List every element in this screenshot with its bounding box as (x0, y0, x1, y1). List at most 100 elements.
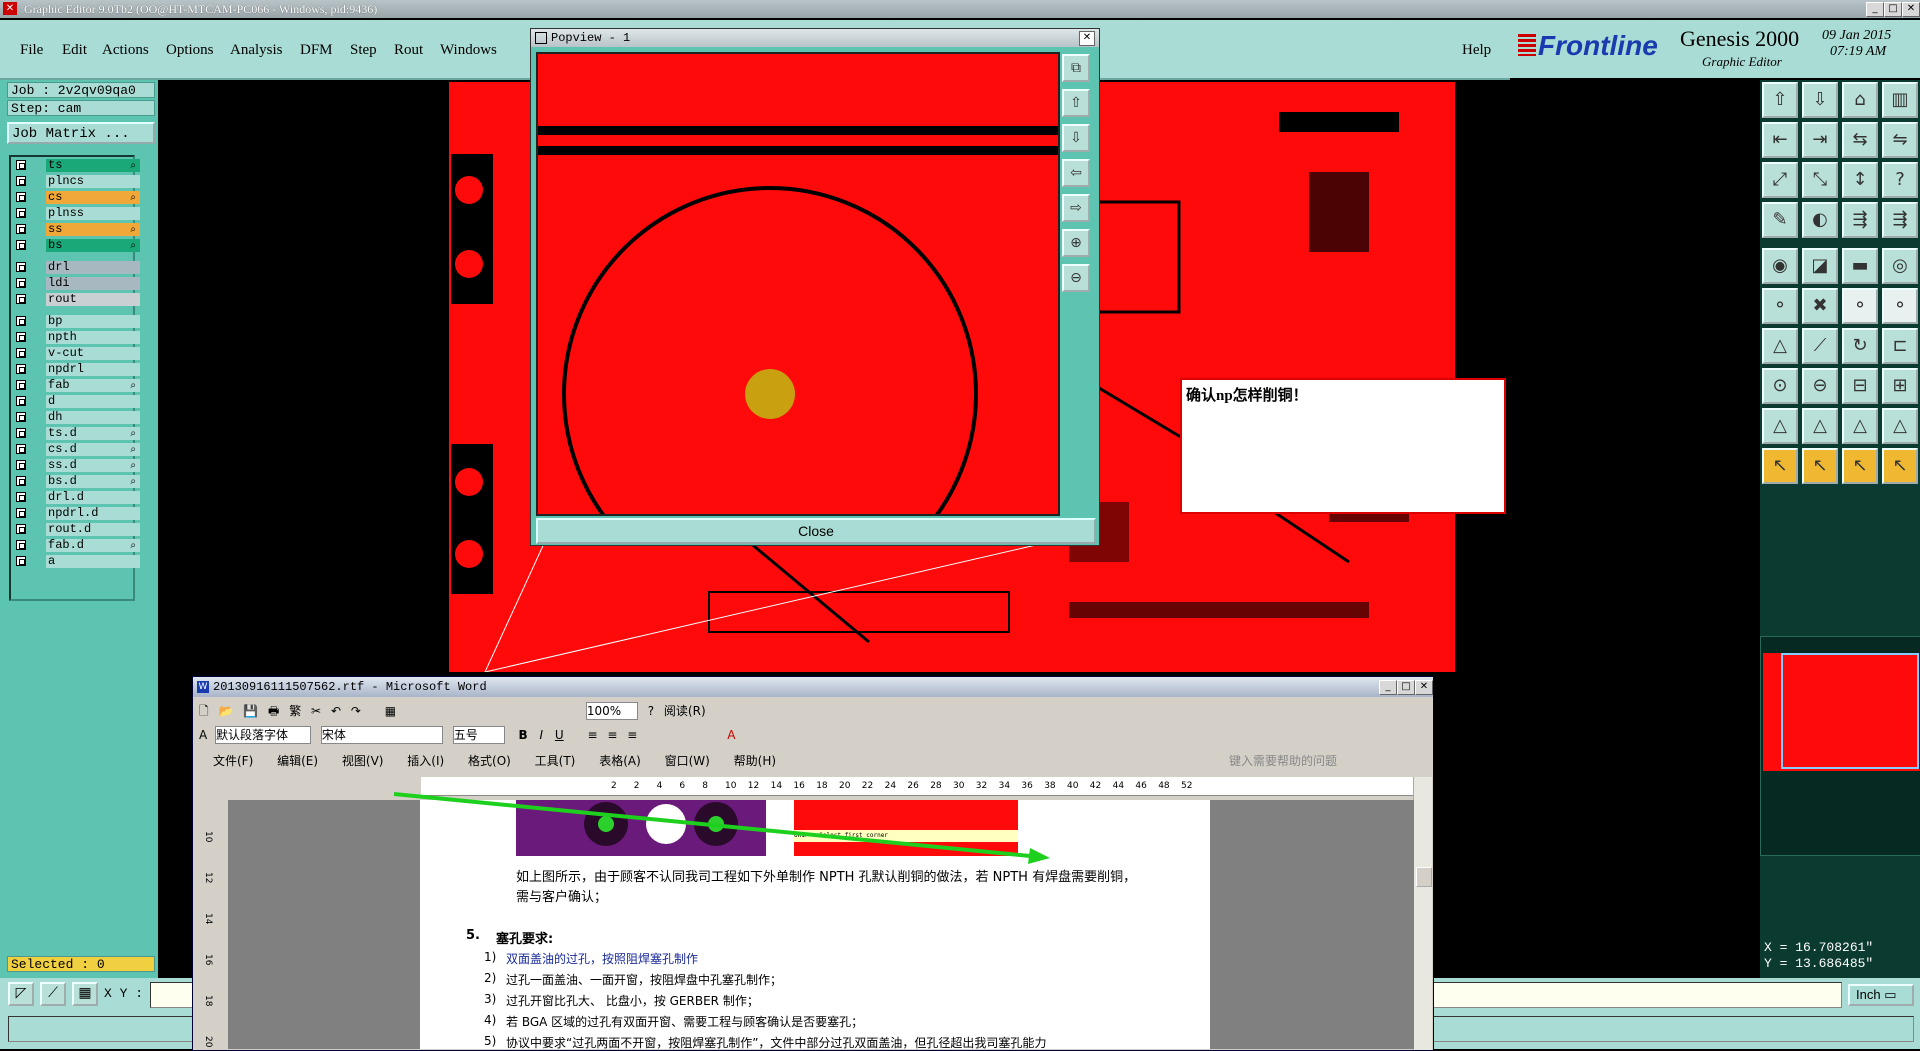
vertical-scrollbar[interactable] (1413, 777, 1432, 1050)
tool-10-icon[interactable]: ⤡ (1802, 162, 1838, 198)
tool-29-icon[interactable]: ⊙ (1762, 368, 1798, 404)
layer-row-ts[interactable]: ts ⌕ (14, 159, 140, 173)
layer-name[interactable]: rout (46, 293, 140, 306)
tool-28-icon[interactable]: ⊏ (1882, 328, 1918, 364)
tool-2-icon[interactable]: ⇩ (1802, 82, 1838, 118)
popview-tool-1-icon[interactable]: ⧉ (1062, 54, 1090, 82)
popview-zoom-in-icon[interactable]: ⊕ (1062, 229, 1090, 257)
overview-map[interactable] (1760, 636, 1920, 856)
layer-checkbox[interactable] (16, 524, 26, 534)
tool-32-icon[interactable]: ⊞ (1882, 368, 1918, 404)
tool-21-icon[interactable]: ⚬ (1762, 288, 1798, 324)
layer-row-bs-d[interactable]: bs.d ⌕ (14, 475, 140, 489)
minimize-button[interactable]: _ (1866, 2, 1884, 17)
layer-row-plnss[interactable]: plnss (14, 207, 140, 221)
menu-options[interactable]: Options (166, 42, 214, 59)
layer-row-v-cut[interactable]: v-cut (14, 347, 140, 361)
read-button[interactable]: 阅读(R) (664, 704, 706, 718)
layer-checkbox[interactable] (16, 176, 26, 186)
menu-windows[interactable]: Windows (440, 42, 497, 59)
layer-name[interactable]: npth (46, 331, 140, 344)
cut-icon[interactable]: ✂ (311, 704, 321, 718)
layer-name[interactable]: a (46, 555, 140, 568)
tool-6-icon[interactable]: ⇥ (1802, 122, 1838, 158)
size-select[interactable]: 五号 (452, 726, 505, 744)
word-menu-window[interactable]: 窗口(W) (665, 754, 710, 768)
layer-checkbox[interactable] (16, 540, 26, 550)
tool-20-icon[interactable]: ◎ (1882, 248, 1918, 284)
overview-viewport[interactable] (1781, 653, 1919, 769)
layer-name[interactable]: ts.d (46, 427, 140, 440)
undo-icon[interactable]: ↶ (331, 704, 341, 718)
layer-checkbox[interactable] (16, 508, 26, 518)
layer-name[interactable]: cs.d (46, 443, 140, 456)
tool-40-icon[interactable]: ↖ (1882, 448, 1918, 484)
bold-button[interactable]: B (519, 728, 528, 742)
tool-30-icon[interactable]: ⊖ (1802, 368, 1838, 404)
tool-25-icon[interactable]: △ (1762, 328, 1798, 364)
tool-17-icon[interactable]: ◉ (1762, 248, 1798, 284)
layer-checkbox[interactable] (16, 192, 26, 202)
layer-row-cs-d[interactable]: cs.d ⌕ (14, 443, 140, 457)
layer-row-drl[interactable]: drl (14, 261, 140, 275)
word-menu-edit[interactable]: 编辑(E) (277, 754, 318, 768)
layer-checkbox[interactable] (16, 224, 26, 234)
view-tool-2-icon[interactable]: ⟋ (40, 982, 66, 1006)
new-doc-icon[interactable]: 🗋 (199, 704, 209, 718)
menu-analysis[interactable]: Analysis (230, 42, 283, 59)
popview-tool-3-icon[interactable]: ⇩ (1062, 124, 1090, 152)
tool-13-icon[interactable]: ✎ (1762, 202, 1798, 238)
layer-checkbox[interactable] (16, 476, 26, 486)
popview-canvas[interactable] (536, 52, 1060, 516)
underline-button[interactable]: U (555, 728, 564, 742)
word-menu-tools[interactable]: 工具(T) (535, 754, 576, 768)
font-select[interactable]: 宋体 (320, 726, 443, 744)
open-icon[interactable]: 📂 (218, 704, 233, 718)
layer-row-ldi[interactable]: ldi (14, 277, 140, 291)
popview-tool-5-icon[interactable]: ⇨ (1062, 194, 1090, 222)
layer-row-npdrl[interactable]: npdrl (14, 363, 140, 377)
layer-checkbox[interactable] (16, 380, 26, 390)
layer-row-bp[interactable]: bp (14, 315, 140, 329)
layer-name[interactable]: npdrl (46, 363, 140, 376)
popview-close-icon[interactable]: ✕ (1079, 31, 1095, 46)
layer-checkbox[interactable] (16, 240, 26, 250)
vertical-ruler[interactable]: 10 12 14 16 18 20 (199, 801, 219, 1050)
layer-row-d[interactable]: d (14, 395, 140, 409)
tool-9-icon[interactable]: ⤢ (1762, 162, 1798, 198)
word-menu-file[interactable]: 文件(F) (213, 754, 253, 768)
layer-name[interactable]: v-cut (46, 347, 140, 360)
layer-name[interactable]: drl.d (46, 491, 140, 504)
layer-checkbox[interactable] (16, 460, 26, 470)
tool-1-icon[interactable]: ⇧ (1762, 82, 1798, 118)
tool-4-icon[interactable]: ▥ (1882, 82, 1918, 118)
layer-name[interactable]: drl (46, 261, 140, 274)
layer-checkbox[interactable] (16, 412, 26, 422)
word-menu-format[interactable]: 格式(O) (468, 754, 511, 768)
layer-row-ts-d[interactable]: ts.d ⌕ (14, 427, 140, 441)
word-minimize-button[interactable]: _ (1379, 680, 1397, 695)
layer-checkbox[interactable] (16, 262, 26, 272)
tool-14-icon[interactable]: ◐ (1802, 202, 1838, 238)
layer-checkbox[interactable] (16, 316, 26, 326)
tool-39-icon[interactable]: ↖ (1842, 448, 1878, 484)
tool-8-icon[interactable]: ⇋ (1882, 122, 1918, 158)
menu-file[interactable]: File (20, 42, 43, 59)
view-tool-1-icon[interactable]: ◸ (8, 982, 34, 1006)
tool-3-icon[interactable]: ⌂ (1842, 82, 1878, 118)
tool-35-icon[interactable]: △ (1842, 408, 1878, 444)
help-search-input[interactable]: 键入需要帮助的问题 (1229, 749, 1337, 773)
layer-checkbox[interactable] (16, 492, 26, 502)
menu-help[interactable]: Help (1462, 42, 1491, 59)
layer-name[interactable]: fab (46, 379, 140, 392)
layer-checkbox[interactable] (16, 428, 26, 438)
layer-name[interactable]: dh (46, 411, 140, 424)
layer-name[interactable]: ss (46, 223, 140, 236)
tool-15-icon[interactable]: ⇶ (1842, 202, 1878, 238)
layer-row-ss[interactable]: ss ⌕ (14, 223, 140, 237)
tool-7-icon[interactable]: ⇆ (1842, 122, 1878, 158)
tool-27-icon[interactable]: ↻ (1842, 328, 1878, 364)
layer-row-rout[interactable]: rout (14, 293, 140, 307)
layer-row-bs[interactable]: bs ⌕ (14, 239, 140, 253)
layer-row-dh[interactable]: dh (14, 411, 140, 425)
